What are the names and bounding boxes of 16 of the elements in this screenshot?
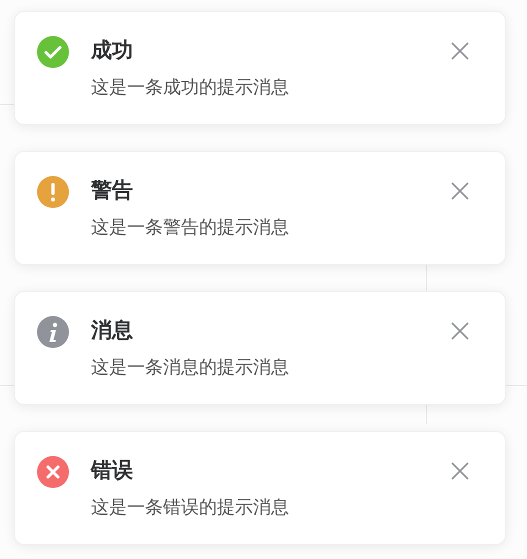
notification-title: 消息 <box>91 317 134 344</box>
notification-title: 错误 <box>91 457 134 484</box>
close-icon <box>451 182 469 200</box>
close-icon <box>451 322 469 340</box>
exclamation-icon <box>37 176 69 208</box>
check-icon <box>37 36 69 68</box>
notification-message: 这是一条错误的提示消息 <box>91 496 290 520</box>
notification-message: 这是一条警告的提示消息 <box>91 216 290 240</box>
notification-title: 警告 <box>91 177 134 204</box>
close-icon <box>451 462 469 480</box>
notification-message: 这是一条成功的提示消息 <box>91 76 290 100</box>
close-icon <box>451 42 469 60</box>
info-icon <box>37 316 69 348</box>
cross-icon <box>37 456 69 488</box>
notification-message: 这是一条消息的提示消息 <box>91 356 290 380</box>
notification-title: 成功 <box>91 37 134 64</box>
